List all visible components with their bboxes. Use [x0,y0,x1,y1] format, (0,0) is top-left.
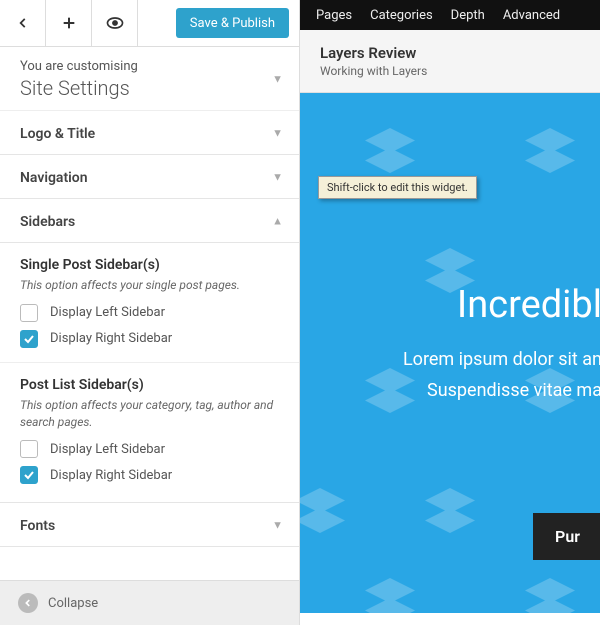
chevron-down-icon: ▼ [272,518,283,531]
accordion-sidebars[interactable]: Sidebars ▲ [0,199,299,243]
customizer-panel: Save & Publish You are customising Site … [0,0,300,625]
section-subtitle: You are customising [20,59,279,74]
section-title[interactable]: You are customising Site Settings ▼ [0,47,299,111]
checkbox-label: Display Left Sidebar [50,305,165,320]
edit-widget-tooltip: Shift-click to edit this widget. [318,176,477,199]
accordion-fonts[interactable]: Fonts ▼ [0,503,299,547]
group-desc: This option affects your single post pag… [20,277,279,294]
preview-pane: Pages Categories Depth Advanced Layers R… [300,0,600,625]
sidebars-body: Single Post Sidebar(s) This option affec… [0,243,299,503]
collapse-label: Collapse [48,596,98,611]
checkbox-left-sidebar-list[interactable]: Display Left Sidebar [20,440,279,458]
collapse-icon [18,593,38,613]
site-title: Layers Review [320,44,580,62]
checkbox-icon [20,466,38,484]
site-tagline: Working with Layers [320,64,580,78]
checkbox-left-sidebar-single[interactable]: Display Left Sidebar [20,304,279,322]
hero-widget[interactable]: Incredibl Lorem ipsum dolor sit anSuspen… [300,93,600,613]
save-publish-button[interactable]: Save & Publish [176,8,289,38]
accordion-label: Fonts [20,518,55,534]
back-button[interactable] [0,0,46,46]
menu-advanced[interactable]: Advanced [503,8,560,23]
preview-eye-button[interactable] [92,0,138,46]
chevron-down-icon: ▼ [272,72,283,85]
checkbox-right-sidebar-list[interactable]: Display Right Sidebar [20,466,279,484]
menu-pages[interactable]: Pages [316,8,352,23]
chevron-up-icon: ▲ [272,214,283,227]
checkbox-label: Display Right Sidebar [50,331,172,346]
group-title-post-list: Post List Sidebar(s) [20,377,279,393]
site-header: Layers Review Working with Layers [300,30,600,93]
admin-menu-bar: Pages Categories Depth Advanced [300,0,600,30]
group-desc: This option affects your category, tag, … [20,397,279,431]
accordion-label: Logo & Title [20,126,95,142]
add-button[interactable] [46,0,92,46]
checkbox-right-sidebar-single[interactable]: Display Right Sidebar [20,330,279,348]
checkbox-icon [20,440,38,458]
panel-header: Save & Publish [0,0,299,47]
checkbox-label: Display Left Sidebar [50,442,165,457]
menu-categories[interactable]: Categories [370,8,433,23]
accordion-navigation[interactable]: Navigation ▼ [0,155,299,199]
checkbox-icon [20,304,38,322]
accordion-label: Sidebars [20,214,75,230]
menu-depth[interactable]: Depth [451,8,485,23]
checkbox-icon [20,330,38,348]
hero-title: Incredibl [340,283,600,327]
group-title-single-post: Single Post Sidebar(s) [20,257,279,273]
chevron-down-icon: ▼ [272,126,283,139]
accordion-logo-title[interactable]: Logo & Title ▼ [0,111,299,155]
hero-cta-button[interactable]: Pur [533,513,600,560]
hero-text: Lorem ipsum dolor sit anSuspendisse vita… [340,345,600,406]
collapse-panel[interactable]: Collapse [0,580,299,625]
section-main-title: Site Settings [20,76,279,100]
accordion-label: Navigation [20,170,88,186]
checkbox-label: Display Right Sidebar [50,468,172,483]
chevron-down-icon: ▼ [272,170,283,183]
